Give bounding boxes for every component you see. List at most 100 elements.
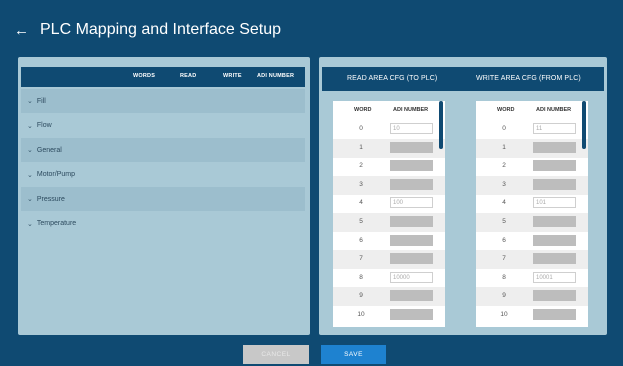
write-word-number: 8 bbox=[502, 273, 506, 281]
category-row[interactable]: ⌄ Temperature bbox=[21, 212, 305, 236]
write-adi-field[interactable]: 101 bbox=[533, 197, 576, 209]
table-row: 10 bbox=[333, 306, 445, 325]
write-word-number: 10 bbox=[500, 311, 508, 318]
table-row: 9 bbox=[476, 287, 588, 307]
read-area-title: READ AREA CFG (TO PLC) bbox=[347, 75, 438, 82]
back-arrow-icon[interactable]: ← bbox=[14, 22, 29, 40]
read-adi-field[interactable] bbox=[390, 309, 433, 320]
read-adi-field[interactable] bbox=[390, 160, 433, 172]
read-word-number: 0 bbox=[359, 125, 363, 132]
read-word-number: 4 bbox=[359, 199, 363, 207]
write-scrollbar[interactable] bbox=[582, 101, 586, 149]
read-word-number: 9 bbox=[359, 292, 363, 300]
table-row: 9 bbox=[333, 287, 445, 307]
write-word-number: 5 bbox=[502, 218, 506, 225]
read-adi-field[interactable]: 10 bbox=[390, 123, 433, 134]
read-adi-field[interactable] bbox=[390, 216, 433, 227]
write-adi-field[interactable] bbox=[533, 178, 576, 190]
category-row[interactable]: ⌄ Flow bbox=[21, 114, 305, 138]
chevron-down-icon: ⌄ bbox=[27, 98, 33, 105]
table-row: 5 bbox=[333, 213, 445, 232]
cancel-button[interactable]: CANCEL bbox=[243, 345, 309, 364]
table-row: 3 bbox=[333, 175, 445, 195]
category-row[interactable]: ⌄ Motor/Pump bbox=[21, 163, 305, 187]
read-adi-header: ADI NUMBER bbox=[393, 107, 429, 113]
table-row: 7 bbox=[476, 250, 588, 270]
read-adi-field[interactable]: 10000 bbox=[390, 271, 433, 283]
read-area-table: WORD ADI NUMBER 0 10 1 2 3 4 100 5 6 7 8 10000 9 10 bbox=[333, 101, 445, 327]
read-adi-field[interactable] bbox=[390, 234, 433, 246]
save-button[interactable]: SAVE bbox=[321, 345, 386, 364]
read-adi-field[interactable] bbox=[390, 141, 433, 153]
table-row: 2 bbox=[476, 157, 588, 176]
table-row: 6 bbox=[476, 232, 588, 251]
write-word-number: 9 bbox=[502, 292, 506, 300]
read-scrollbar[interactable] bbox=[439, 101, 443, 149]
chevron-down-icon: ⌄ bbox=[27, 171, 33, 179]
table-row: 4 100 bbox=[333, 194, 445, 213]
write-area-title: WRITE AREA CFG (FROM PLC) bbox=[476, 75, 581, 82]
write-adi-field[interactable] bbox=[533, 290, 576, 302]
read-adi-field[interactable]: 100 bbox=[390, 197, 433, 209]
table-row: 0 10 bbox=[333, 120, 445, 139]
table-row: 7 bbox=[333, 250, 445, 270]
table-row: 10 bbox=[476, 306, 588, 325]
category-label: General bbox=[36, 146, 62, 154]
table-row: 1 bbox=[333, 138, 445, 158]
column-adi-number: ADI NUMBER bbox=[257, 73, 295, 79]
write-word-number: 7 bbox=[502, 255, 506, 263]
table-row: 8 10001 bbox=[476, 269, 588, 288]
write-adi-field[interactable]: 11 bbox=[533, 123, 576, 134]
page-title: PLC Mapping and Interface Setup bbox=[40, 21, 282, 38]
category-label: Pressure bbox=[36, 195, 65, 203]
categories-panel: WORDS READ WRITE ADI NUMBER ⌄ Fill ⌄ Flow ⌄ G… bbox=[18, 57, 310, 335]
header-bar: ← PLC Mapping and Interface Setup bbox=[0, 0, 623, 60]
write-adi-field[interactable] bbox=[533, 234, 576, 246]
read-adi-field[interactable] bbox=[390, 290, 433, 302]
table-row: 2 bbox=[333, 157, 445, 176]
category-label: Temperature bbox=[36, 220, 77, 227]
read-adi-field[interactable] bbox=[390, 253, 433, 265]
chevron-down-icon: ⌄ bbox=[27, 147, 33, 154]
read-word-header: WORD bbox=[354, 107, 372, 113]
write-adi-field[interactable] bbox=[533, 141, 576, 153]
category-label: Flow bbox=[36, 122, 52, 129]
category-label: Fill bbox=[36, 97, 46, 105]
write-area-table: WORD ADI NUMBER 0 11 1 2 3 4 101 5 6 7 8 10001 9 10 bbox=[476, 101, 588, 327]
chevron-down-icon: ⌄ bbox=[27, 196, 33, 203]
read-word-number: 1 bbox=[359, 143, 363, 151]
read-word-number: 8 bbox=[359, 273, 363, 281]
read-word-number: 5 bbox=[359, 218, 363, 225]
read-adi-field[interactable] bbox=[390, 178, 433, 190]
table-row: 1 bbox=[476, 138, 588, 158]
column-words: WORDS bbox=[133, 73, 156, 79]
table-row: 0 11 bbox=[476, 120, 588, 139]
write-adi-field[interactable] bbox=[533, 216, 576, 227]
category-row[interactable]: ⌄ Fill bbox=[21, 89, 305, 113]
write-word-number: 1 bbox=[502, 143, 506, 151]
write-adi-field[interactable] bbox=[533, 253, 576, 265]
write-adi-header: ADI NUMBER bbox=[536, 107, 572, 113]
column-write: WRITE bbox=[223, 73, 242, 79]
category-row[interactable]: ⌄ Pressure bbox=[21, 187, 305, 211]
area-config-panel: READ AREA CFG (TO PLC) WRITE AREA CFG (F… bbox=[319, 57, 607, 335]
table-row: 3 bbox=[476, 175, 588, 195]
write-word-number: 3 bbox=[502, 180, 506, 188]
categories-header: WORDS READ WRITE ADI NUMBER bbox=[21, 67, 305, 87]
read-word-number: 3 bbox=[359, 180, 363, 188]
write-word-number: 4 bbox=[502, 199, 506, 207]
write-adi-field[interactable] bbox=[533, 309, 576, 320]
read-word-number: 10 bbox=[357, 311, 365, 318]
read-word-number: 6 bbox=[359, 236, 363, 244]
write-adi-field[interactable]: 10001 bbox=[533, 271, 576, 283]
write-word-number: 0 bbox=[502, 125, 506, 132]
table-row: 4 101 bbox=[476, 194, 588, 213]
read-word-number: 7 bbox=[359, 255, 363, 263]
table-row: 8 10000 bbox=[333, 269, 445, 288]
table-row: 6 bbox=[333, 232, 445, 251]
read-word-number: 2 bbox=[359, 162, 363, 170]
chevron-down-icon: ⌄ bbox=[27, 122, 33, 130]
category-row[interactable]: ⌄ General bbox=[21, 138, 305, 162]
write-adi-field[interactable] bbox=[533, 160, 576, 172]
chevron-down-icon: ⌄ bbox=[27, 220, 33, 228]
